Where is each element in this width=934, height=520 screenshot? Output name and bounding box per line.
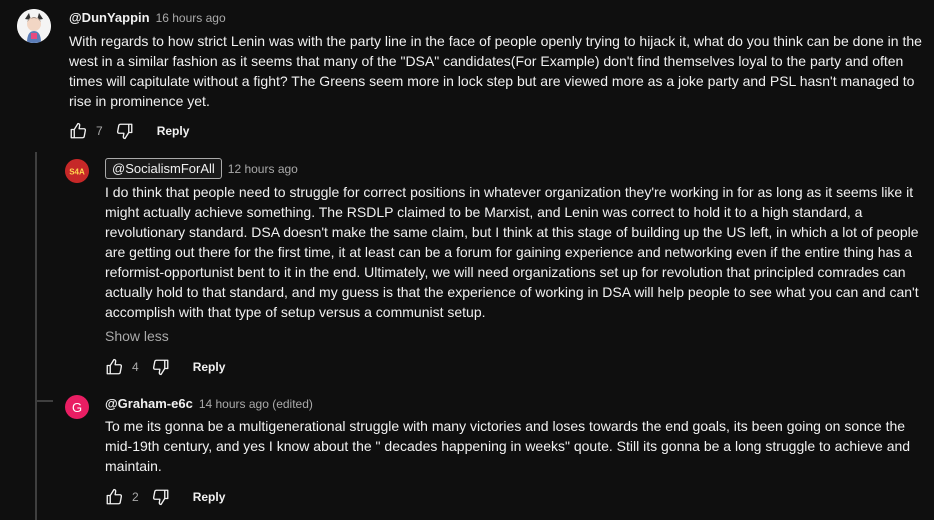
thumbs-down-icon: [152, 359, 169, 376]
thumbs-up-icon: [70, 122, 87, 139]
avatar[interactable]: G: [65, 395, 89, 419]
author-name[interactable]: @DunYappin: [69, 10, 150, 25]
comment-text: With regards to how strict Lenin was wit…: [69, 33, 922, 109]
avatar-letter: G: [71, 399, 83, 415]
timestamp[interactable]: 14 hours ago (edited): [199, 397, 313, 411]
like-button[interactable]: [104, 357, 124, 377]
comment-header: @DunYappin 16 hours ago: [69, 10, 226, 25]
avatar-logo-text: S4A: [69, 168, 85, 177]
like-button[interactable]: [104, 487, 124, 507]
thumbs-down-icon: [152, 489, 169, 506]
avatar[interactable]: [17, 9, 51, 43]
dislike-button[interactable]: [151, 487, 171, 507]
show-less-button[interactable]: Show less: [105, 328, 169, 344]
reply-button[interactable]: Reply: [157, 124, 190, 138]
comment-header: @Graham-e6c 14 hours ago (edited): [105, 396, 313, 411]
timestamp[interactable]: 16 hours ago: [156, 11, 226, 25]
comment-text: To me its gonna be a multigenerational s…: [105, 418, 911, 474]
creator-badge[interactable]: @SocialismForAll: [105, 158, 222, 179]
thumbs-up-icon: [106, 358, 123, 375]
avatar-image: [17, 9, 51, 43]
reply-button[interactable]: Reply: [193, 360, 226, 374]
comment-header: @SocialismForAll 12 hours ago: [105, 158, 298, 179]
like-count: 7: [96, 124, 103, 138]
reply-button[interactable]: Reply: [193, 490, 226, 504]
like-count: 2: [132, 490, 139, 504]
like-count: 4: [132, 360, 139, 374]
thread-branch: [35, 400, 53, 402]
dislike-button[interactable]: [151, 357, 171, 377]
avatar[interactable]: S4A: [65, 159, 89, 183]
avatar-logo: S4A: [65, 159, 89, 183]
dislike-button[interactable]: [115, 121, 135, 141]
comment-actions: 4 Reply: [104, 355, 225, 379]
author-name[interactable]: @Graham-e6c: [105, 396, 193, 411]
comment-text: I do think that people need to struggle …: [105, 184, 919, 320]
thumbs-up-icon: [106, 488, 123, 505]
comment-actions: 2 Reply: [104, 485, 225, 509]
comment-actions: 7 Reply: [68, 119, 189, 143]
timestamp[interactable]: 12 hours ago: [228, 162, 298, 176]
thumbs-down-icon: [116, 123, 133, 140]
like-button[interactable]: [68, 121, 88, 141]
thread-line: [35, 152, 37, 520]
